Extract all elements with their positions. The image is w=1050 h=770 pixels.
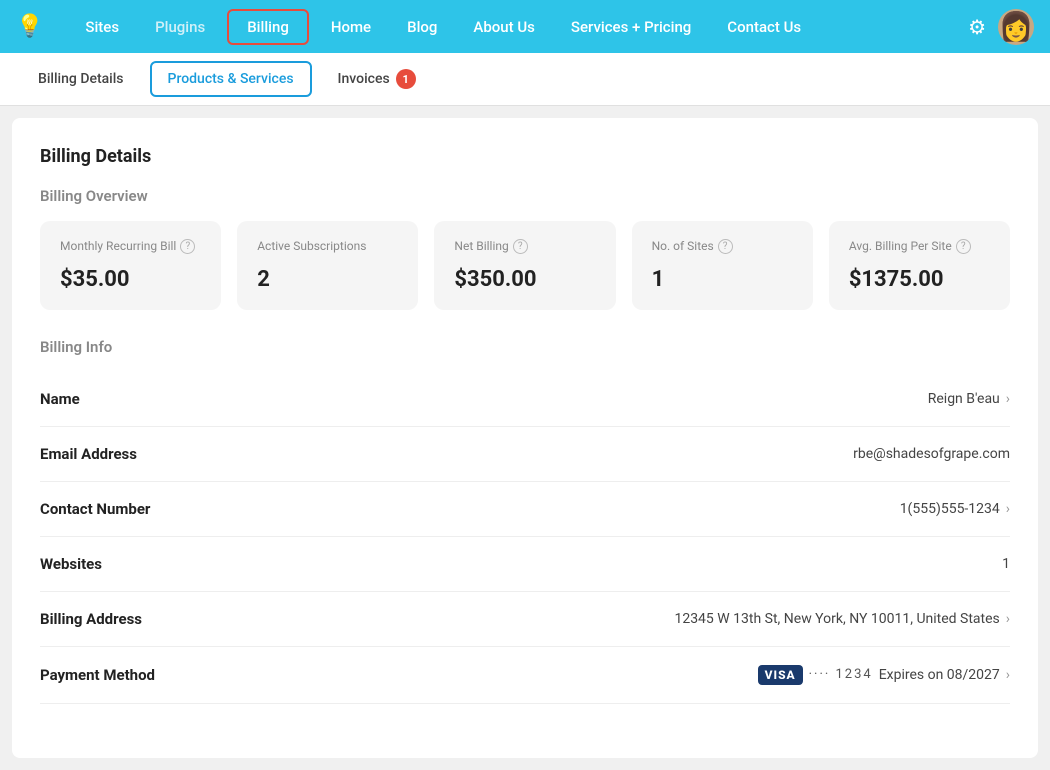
invoice-badge: 1 [396, 69, 416, 89]
info-label-websites: Websites [40, 555, 102, 573]
sub-nav-products-services[interactable]: Products & Services [150, 61, 312, 97]
info-value-name: Reign B'eau › [928, 391, 1010, 407]
nav-link-billing[interactable]: Billing [227, 9, 309, 45]
nav-links: SitesPluginsBillingHomeBlogAbout UsServi… [67, 0, 968, 53]
billing-card-net-billing: Net Billing? $350.00 [434, 221, 615, 310]
billing-info-section: Name Reign B'eau › Email Address rbe@shadeso… [40, 372, 1010, 704]
billing-overview-title: Billing Overview [40, 187, 1010, 205]
help-icon-avg-billing-per-site[interactable]: ? [956, 239, 971, 254]
avatar[interactable]: 👩 [998, 9, 1034, 45]
card-value-net-billing: $350.00 [454, 267, 595, 292]
billing-card-monthly-recurring: Monthly Recurring Bill? $35.00 [40, 221, 221, 310]
nav-link-sites[interactable]: Sites [67, 0, 137, 53]
card-value-monthly-recurring: $35.00 [60, 267, 201, 292]
info-label-contact-number: Contact Number [40, 500, 150, 518]
gear-icon[interactable]: ⚙ [968, 15, 986, 39]
info-text-websites: 1 [1002, 556, 1010, 572]
chevron-icon-payment-method: › [1006, 667, 1010, 683]
billing-card-avg-billing-per-site: Avg. Billing Per Site? $1375.00 [829, 221, 1010, 310]
nav-right: ⚙ 👩 [968, 9, 1034, 45]
card-label-monthly-recurring: Monthly Recurring Bill? [60, 239, 201, 255]
nav-link-blog[interactable]: Blog [389, 0, 455, 53]
main-content: Billing Details Billing Overview Monthly… [12, 118, 1038, 758]
help-icon-net-billing[interactable]: ? [513, 239, 528, 254]
help-icon-no-of-sites[interactable]: ? [718, 239, 733, 254]
visa-badge: VISA [758, 665, 803, 685]
chevron-icon-name: › [1006, 391, 1010, 407]
info-value-email: rbe@shadesofgrape.com [853, 446, 1010, 462]
info-text-billing-address: 12345 W 13th St, New York, NY 10011, Uni… [674, 611, 999, 627]
card-expires: Expires on 08/2027 [879, 667, 1000, 683]
info-value-billing-address: 12345 W 13th St, New York, NY 10011, Uni… [674, 611, 1010, 627]
card-label-no-of-sites: No. of Sites? [652, 239, 793, 255]
card-label-net-billing: Net Billing? [454, 239, 595, 255]
nav-link-services-pricing[interactable]: Services + Pricing [553, 0, 709, 53]
page-title: Billing Details [40, 146, 1010, 167]
card-dots: ···· 1234 [809, 667, 873, 682]
card-label-active-subscriptions: Active Subscriptions [257, 239, 398, 255]
info-value-contact-number: 1(555)555-1234 › [900, 501, 1010, 517]
info-label-billing-address: Billing Address [40, 610, 142, 628]
top-nav: 💡 SitesPluginsBillingHomeBlogAbout UsSer… [0, 0, 1050, 53]
chevron-icon-billing-address: › [1006, 611, 1010, 627]
nav-link-about-us[interactable]: About Us [455, 0, 553, 53]
logo-icon: 💡 [16, 14, 43, 39]
sub-nav-billing-details[interactable]: Billing Details [20, 61, 142, 97]
info-label-payment-method: Payment Method [40, 666, 155, 684]
sub-nav: Billing DetailsProducts & ServicesInvoic… [0, 53, 1050, 106]
info-text-name: Reign B'eau [928, 391, 1000, 407]
info-label-name: Name [40, 390, 80, 408]
info-row-contact-number[interactable]: Contact Number 1(555)555-1234 › [40, 482, 1010, 537]
billing-card-active-subscriptions: Active Subscriptions 2 [237, 221, 418, 310]
nav-link-contact-us[interactable]: Contact Us [709, 0, 819, 53]
nav-link-plugins[interactable]: Plugins [137, 0, 223, 53]
nav-link-home[interactable]: Home [313, 0, 389, 53]
info-row-payment-method[interactable]: Payment Method VISA ···· 1234 Expires on 08… [40, 647, 1010, 704]
card-value-avg-billing-per-site: $1375.00 [849, 267, 990, 292]
info-label-email: Email Address [40, 445, 137, 463]
info-row-billing-address[interactable]: Billing Address 12345 W 13th St, New York… [40, 592, 1010, 647]
info-row-websites: Websites 1 [40, 537, 1010, 592]
chevron-icon-contact-number: › [1006, 501, 1010, 517]
help-icon-monthly-recurring[interactable]: ? [180, 239, 195, 254]
info-row-name[interactable]: Name Reign B'eau › [40, 372, 1010, 427]
billing-cards-row: Monthly Recurring Bill? $35.00 Active Subs… [40, 221, 1010, 310]
info-text-email: rbe@shadesofgrape.com [853, 446, 1010, 462]
info-value-payment-method: VISA ···· 1234 Expires on 08/2027 › [758, 665, 1010, 685]
billing-card-no-of-sites: No. of Sites? 1 [632, 221, 813, 310]
info-value-websites: 1 [1002, 556, 1010, 572]
info-text-contact-number: 1(555)555-1234 [900, 501, 1000, 517]
card-value-no-of-sites: 1 [652, 267, 793, 292]
sub-nav-invoices[interactable]: Invoices1 [320, 61, 434, 97]
billing-info-title: Billing Info [40, 338, 1010, 356]
card-label-avg-billing-per-site: Avg. Billing Per Site? [849, 239, 990, 255]
card-value-active-subscriptions: 2 [257, 267, 398, 292]
info-row-email: Email Address rbe@shadesofgrape.com [40, 427, 1010, 482]
